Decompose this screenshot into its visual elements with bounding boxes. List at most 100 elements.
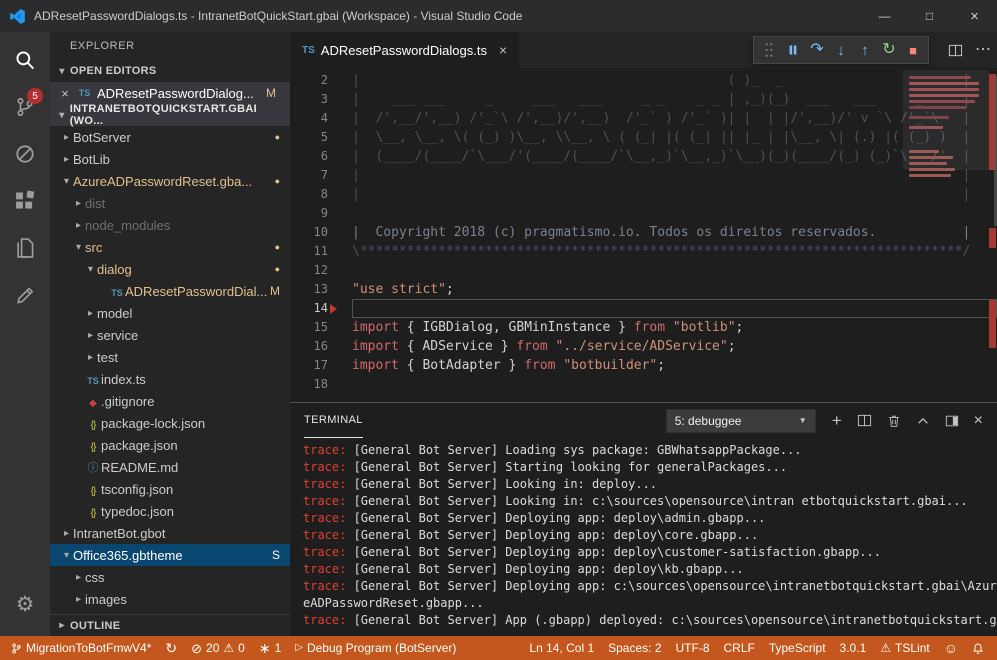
workspace-header[interactable]: ▾ INTRANETBOTQUICKSTART.GBAI (WO... xyxy=(50,104,290,126)
code-text: "use strict"; xyxy=(352,280,997,299)
tree-file-readme-md[interactable]: ⓘREADME.md xyxy=(50,456,290,478)
debug-stop-button[interactable]: ■ xyxy=(901,38,925,62)
chevron-right-icon[interactable]: ▸ xyxy=(72,572,85,583)
status-problems[interactable]: ⊘20⚠0 xyxy=(184,636,252,660)
tree-file-adresetpassworddial[interactable]: TSADResetPasswordDial...M xyxy=(50,280,290,302)
tree-file-typedoc-json[interactable]: {}typedoc.json xyxy=(50,500,290,522)
activity-settings[interactable]: ⚙ xyxy=(0,581,50,628)
tab-adresetpassworddialogs[interactable]: TS ADResetPasswordDialogs.ts × xyxy=(290,32,519,68)
debug-restart-button[interactable]: ↻ xyxy=(877,38,901,62)
code-line-8: 8| | xyxy=(290,185,997,204)
status-debug-status[interactable]: ▷Debug Program (BotServer) xyxy=(288,636,463,660)
tab-terminal[interactable]: TERMINAL xyxy=(304,403,363,438)
activity-explorer[interactable] xyxy=(0,224,50,271)
maximize-button[interactable]: □ xyxy=(907,0,952,32)
activity-extensions[interactable] xyxy=(0,177,50,224)
close-editor-icon[interactable]: × xyxy=(58,86,72,101)
minimap-line xyxy=(909,116,949,119)
scm-badge: 5 xyxy=(27,88,43,104)
search-icon xyxy=(14,49,36,71)
tree-folder-botserver[interactable]: ▸BotServer● xyxy=(50,126,290,148)
new-terminal-icon: + xyxy=(832,412,842,429)
chevron-right-icon[interactable]: ▸ xyxy=(72,198,85,209)
tree-folder-intranetbot-gbot[interactable]: ▸IntranetBot.gbot xyxy=(50,522,290,544)
chevron-down-icon[interactable]: ▾ xyxy=(84,264,97,275)
close-panel-button[interactable]: × xyxy=(974,413,983,429)
debug-step-over-button[interactable]: ↷ xyxy=(805,38,829,62)
chevron-right-icon[interactable]: ▸ xyxy=(84,330,97,341)
chevron-right-icon[interactable]: ▸ xyxy=(60,154,73,165)
status-running-tasks[interactable]: ∗1 xyxy=(252,636,288,660)
chevron-right-icon[interactable]: ▸ xyxy=(84,308,97,319)
chevron-right-icon[interactable]: ▸ xyxy=(84,352,97,363)
debug-pause-button[interactable] xyxy=(781,38,805,62)
terminal-selector[interactable]: 5: debuggee ▼ xyxy=(666,409,816,433)
chevron-right-icon[interactable]: ▸ xyxy=(72,220,85,231)
split-editor-button[interactable] xyxy=(948,43,963,58)
chevron-down-icon: ▼ xyxy=(799,416,807,425)
status-encoding[interactable]: UTF-8 xyxy=(669,636,717,660)
more-actions-button[interactable]: ⋯ xyxy=(975,42,991,58)
status-eol[interactable]: CRLF xyxy=(717,636,762,660)
activity-debug[interactable] xyxy=(0,130,50,177)
open-editor-item[interactable]: × TS ADResetPasswordDialog... M xyxy=(50,82,290,104)
outline-header[interactable]: ▸ OUTLINE xyxy=(50,614,290,636)
code-line-14: 14 xyxy=(290,299,997,318)
tree-folder-botlib[interactable]: ▸BotLib xyxy=(50,148,290,170)
status-label: 20 xyxy=(206,641,219,655)
minimap[interactable] xyxy=(907,70,985,320)
new-terminal-button[interactable]: + xyxy=(832,412,842,429)
status-git-branch[interactable]: MigrationToBotFmwV4* xyxy=(4,636,158,660)
minimap-line xyxy=(909,106,967,109)
editor[interactable]: 2| ( )_ _ |3| ___ ___ _ ___ ___ _ _ _ _ … xyxy=(290,68,997,402)
debug-step-out-button[interactable]: ↑ xyxy=(853,38,877,62)
code-text: | (____/(____/`\___/'(____/(____/`\__,_)… xyxy=(352,147,997,166)
chevron-down-icon[interactable]: ▾ xyxy=(72,242,85,253)
debug-drag-handle-button[interactable] xyxy=(757,38,781,62)
chevron-right-icon[interactable]: ▸ xyxy=(60,528,73,539)
maximize-panel-button[interactable] xyxy=(916,414,930,428)
tree-file-package-json[interactable]: {}package.json xyxy=(50,434,290,456)
activity-search[interactable] xyxy=(0,36,50,83)
activity-edit[interactable] xyxy=(0,271,50,318)
open-editors-header[interactable]: ▾ OPEN EDITORS xyxy=(50,60,290,82)
split-terminal-button[interactable] xyxy=(857,413,872,428)
tree-folder-test[interactable]: ▸test xyxy=(50,346,290,368)
status-language-mode[interactable]: TypeScript xyxy=(762,636,833,660)
chevron-down-icon[interactable]: ▾ xyxy=(60,550,73,561)
tree-folder-dist[interactable]: ▸dist xyxy=(50,192,290,214)
tree-folder-azureadpasswordreset-gba[interactable]: ▾AzureADPasswordReset.gba...● xyxy=(50,170,290,192)
minimize-button[interactable]: — xyxy=(862,0,907,32)
tree-file-index-ts[interactable]: TSindex.ts xyxy=(50,368,290,390)
move-panel-button[interactable] xyxy=(945,414,959,428)
kill-terminal-button[interactable] xyxy=(887,414,901,428)
tree-file-gitignore[interactable]: ◆.gitignore xyxy=(50,390,290,412)
tree-folder-css[interactable]: ▸css xyxy=(50,566,290,588)
status-notifications[interactable] xyxy=(965,636,991,660)
close-tab-icon[interactable]: × xyxy=(499,42,507,58)
tree-folder-src[interactable]: ▾src● xyxy=(50,236,290,258)
step-out-icon: ↑ xyxy=(861,43,869,58)
tree-folder-office365-gbtheme[interactable]: ▾Office365.gbthemeS xyxy=(50,544,290,566)
activity-source-control[interactable]: 5 xyxy=(0,83,50,130)
chevron-right-icon[interactable]: ▸ xyxy=(72,594,85,605)
terminal-output[interactable]: trace: [General Bot Server] Loading sys … xyxy=(290,438,997,636)
editor-content[interactable]: 2| ( )_ _ |3| ___ ___ _ ___ ___ _ _ _ _ … xyxy=(290,68,997,394)
tree-folder-node-modules[interactable]: ▸node_modules xyxy=(50,214,290,236)
status-tslint[interactable]: ⚠TSLint xyxy=(873,636,936,660)
status-ts-version[interactable]: 3.0.1 xyxy=(833,636,874,660)
tree-file-package-lock-json[interactable]: {}package-lock.json xyxy=(50,412,290,434)
tree-folder-images[interactable]: ▸images xyxy=(50,588,290,610)
chevron-right-icon[interactable]: ▸ xyxy=(60,132,73,143)
tree-folder-service[interactable]: ▸service xyxy=(50,324,290,346)
status-cursor-position[interactable]: Ln 14, Col 1 xyxy=(522,636,601,660)
status-feedback[interactable]: ☺ xyxy=(937,636,965,660)
tree-folder-dialog[interactable]: ▾dialog● xyxy=(50,258,290,280)
close-window-button[interactable]: × xyxy=(952,0,997,32)
chevron-down-icon[interactable]: ▾ xyxy=(60,176,73,187)
debug-step-into-button[interactable]: ↓ xyxy=(829,38,853,62)
tree-file-tsconfig-json[interactable]: {}tsconfig.json xyxy=(50,478,290,500)
status-indentation[interactable]: Spaces: 2 xyxy=(601,636,668,660)
status-sync[interactable]: ↻ xyxy=(158,636,184,660)
tree-folder-model[interactable]: ▸model xyxy=(50,302,290,324)
